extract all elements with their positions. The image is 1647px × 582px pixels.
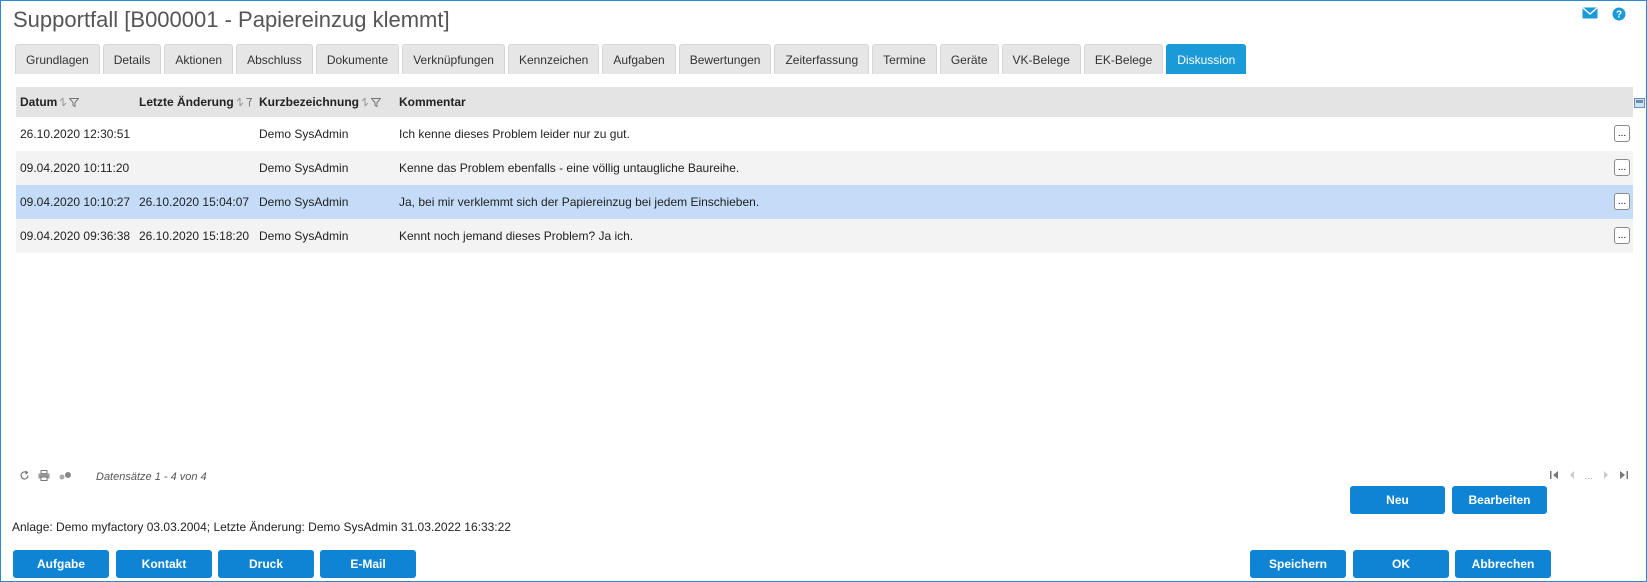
- grid-header: Datum Letzte Änderung Kurzbezeichnung Ko…: [16, 87, 1645, 117]
- cell-datum: 09.04.2020 09:36:38: [20, 229, 131, 243]
- window-title: Supportfall [B000001 - Papiereinzug klem…: [13, 7, 450, 32]
- filter-icon[interactable]: [371, 97, 382, 107]
- table-row[interactable]: 09.04.2020 10:11:20 Demo SysAdmin Kenne …: [16, 151, 1633, 185]
- row-details-button[interactable]: ...: [1614, 227, 1630, 244]
- cell-letzte-aenderung: 26.10.2020 15:04:07: [139, 195, 250, 209]
- column-header-kurzbezeichnung[interactable]: Kurzbezeichnung: [255, 87, 395, 117]
- cell-datum: 09.04.2020 10:10:27: [20, 195, 131, 209]
- settings-icon[interactable]: [58, 470, 72, 484]
- cell-kurzbezeichnung: Demo SysAdmin: [259, 229, 349, 243]
- cell-kommentar: Kenne das Problem ebenfalls - eine völli…: [399, 161, 740, 175]
- tab-abschluss[interactable]: Abschluss: [236, 44, 313, 74]
- edit-button[interactable]: Bearbeiten: [1452, 486, 1547, 514]
- column-header-letzte-aenderung[interactable]: Letzte Änderung: [135, 87, 255, 117]
- cell-datum: 26.10.2020 12:30:51: [20, 127, 131, 141]
- email-button[interactable]: E-Mail: [320, 550, 416, 578]
- refresh-icon[interactable]: [19, 470, 30, 484]
- sort-icon[interactable]: [361, 97, 369, 107]
- cell-kommentar: Kennt noch jemand dieses Problem? Ja ich…: [399, 229, 634, 243]
- last-page-icon[interactable]: [1619, 471, 1628, 482]
- cell-kurzbezeichnung: Demo SysAdmin: [259, 127, 349, 141]
- svg-text:?: ?: [1616, 10, 1622, 21]
- print-button[interactable]: Druck: [218, 550, 314, 578]
- next-page-icon[interactable]: [1603, 471, 1609, 482]
- cell-datum: 09.04.2020 10:11:20: [20, 161, 130, 175]
- column-label: Kurzbezeichnung: [259, 95, 360, 109]
- task-button[interactable]: Aufgabe: [13, 550, 109, 578]
- tab-bar: Grundlagen Details Aktionen Abschluss Do…: [15, 44, 1247, 74]
- discussion-grid: Datum Letzte Änderung Kurzbezeichnung Ko…: [16, 87, 1645, 253]
- tab-dokumente[interactable]: Dokumente: [315, 44, 400, 74]
- column-label: Kommentar: [399, 95, 466, 109]
- new-button[interactable]: Neu: [1350, 486, 1445, 514]
- ok-button[interactable]: OK: [1353, 550, 1449, 578]
- column-label: Datum: [20, 95, 58, 109]
- mail-icon[interactable]: [1582, 7, 1598, 21]
- table-row[interactable]: 09.04.2020 09:36:38 26.10.2020 15:18:20 …: [16, 219, 1633, 253]
- tab-details[interactable]: Details: [102, 44, 162, 74]
- column-header-datum[interactable]: Datum: [16, 87, 135, 117]
- cell-kommentar: Ja, bei mir verklemmt sich der Papierein…: [399, 195, 760, 209]
- tab-verknuepfungen[interactable]: Verknüpfungen: [402, 44, 505, 74]
- tab-bewertungen[interactable]: Bewertungen: [678, 44, 772, 74]
- tab-termine[interactable]: Termine: [872, 44, 937, 74]
- tab-geraete[interactable]: Geräte: [939, 44, 999, 74]
- filter-icon[interactable]: [69, 97, 80, 107]
- tab-aktionen[interactable]: Aktionen: [164, 44, 234, 74]
- column-label: Letzte Änderung: [139, 95, 234, 109]
- dialog-window: Supportfall [B000001 - Papiereinzug klem…: [0, 0, 1647, 582]
- tab-diskussion[interactable]: Diskussion: [1166, 44, 1247, 74]
- row-details-button[interactable]: ...: [1614, 125, 1630, 142]
- filter-icon[interactable]: [246, 97, 252, 107]
- tab-grundlagen[interactable]: Grundlagen: [15, 44, 100, 74]
- row-details-button[interactable]: ...: [1614, 193, 1630, 210]
- column-header-kommentar[interactable]: Kommentar: [395, 87, 1495, 117]
- tab-ek-belege[interactable]: EK-Belege: [1083, 44, 1164, 74]
- header-icons: ?: [1582, 7, 1626, 21]
- table-row[interactable]: 26.10.2020 12:30:51 Demo SysAdmin Ich ke…: [16, 117, 1633, 151]
- row-details-button[interactable]: ...: [1614, 159, 1630, 176]
- grid-footer: Datensätze 1 - 4 von 4: [19, 470, 207, 484]
- tab-kennzeichen[interactable]: Kennzeichen: [507, 44, 600, 74]
- page-ellipsis[interactable]: ...: [1585, 471, 1593, 482]
- cell-kurzbezeichnung: Demo SysAdmin: [259, 161, 349, 175]
- cell-kommentar: Ich kenne dieses Problem leider nur zu g…: [399, 127, 630, 141]
- help-icon[interactable]: ?: [1612, 7, 1626, 21]
- tab-vk-belege[interactable]: VK-Belege: [1001, 44, 1081, 74]
- prev-page-icon[interactable]: [1569, 471, 1575, 482]
- column-chooser-icon[interactable]: [1634, 97, 1645, 111]
- records-count: Datensätze 1 - 4 von 4: [96, 471, 207, 483]
- sort-icon[interactable]: [59, 97, 67, 107]
- record-info: Anlage: Demo myfactory 03.03.2004; Letzt…: [12, 520, 511, 534]
- tab-zeiterfassung[interactable]: Zeiterfassung: [774, 44, 870, 74]
- tab-aufgaben[interactable]: Aufgaben: [602, 44, 676, 74]
- save-button[interactable]: Speichern: [1250, 550, 1346, 578]
- pager: ...: [1549, 471, 1628, 482]
- cell-kurzbezeichnung: Demo SysAdmin: [259, 195, 349, 209]
- print-icon[interactable]: [38, 470, 50, 484]
- sort-icon[interactable]: [236, 97, 244, 107]
- first-page-icon[interactable]: [1549, 471, 1559, 482]
- cancel-button[interactable]: Abbrechen: [1455, 550, 1551, 578]
- contact-button[interactable]: Kontakt: [116, 550, 212, 578]
- cell-letzte-aenderung: 26.10.2020 15:18:20: [139, 229, 250, 243]
- table-row-selected[interactable]: 09.04.2020 10:10:27 26.10.2020 15:04:07 …: [16, 185, 1633, 219]
